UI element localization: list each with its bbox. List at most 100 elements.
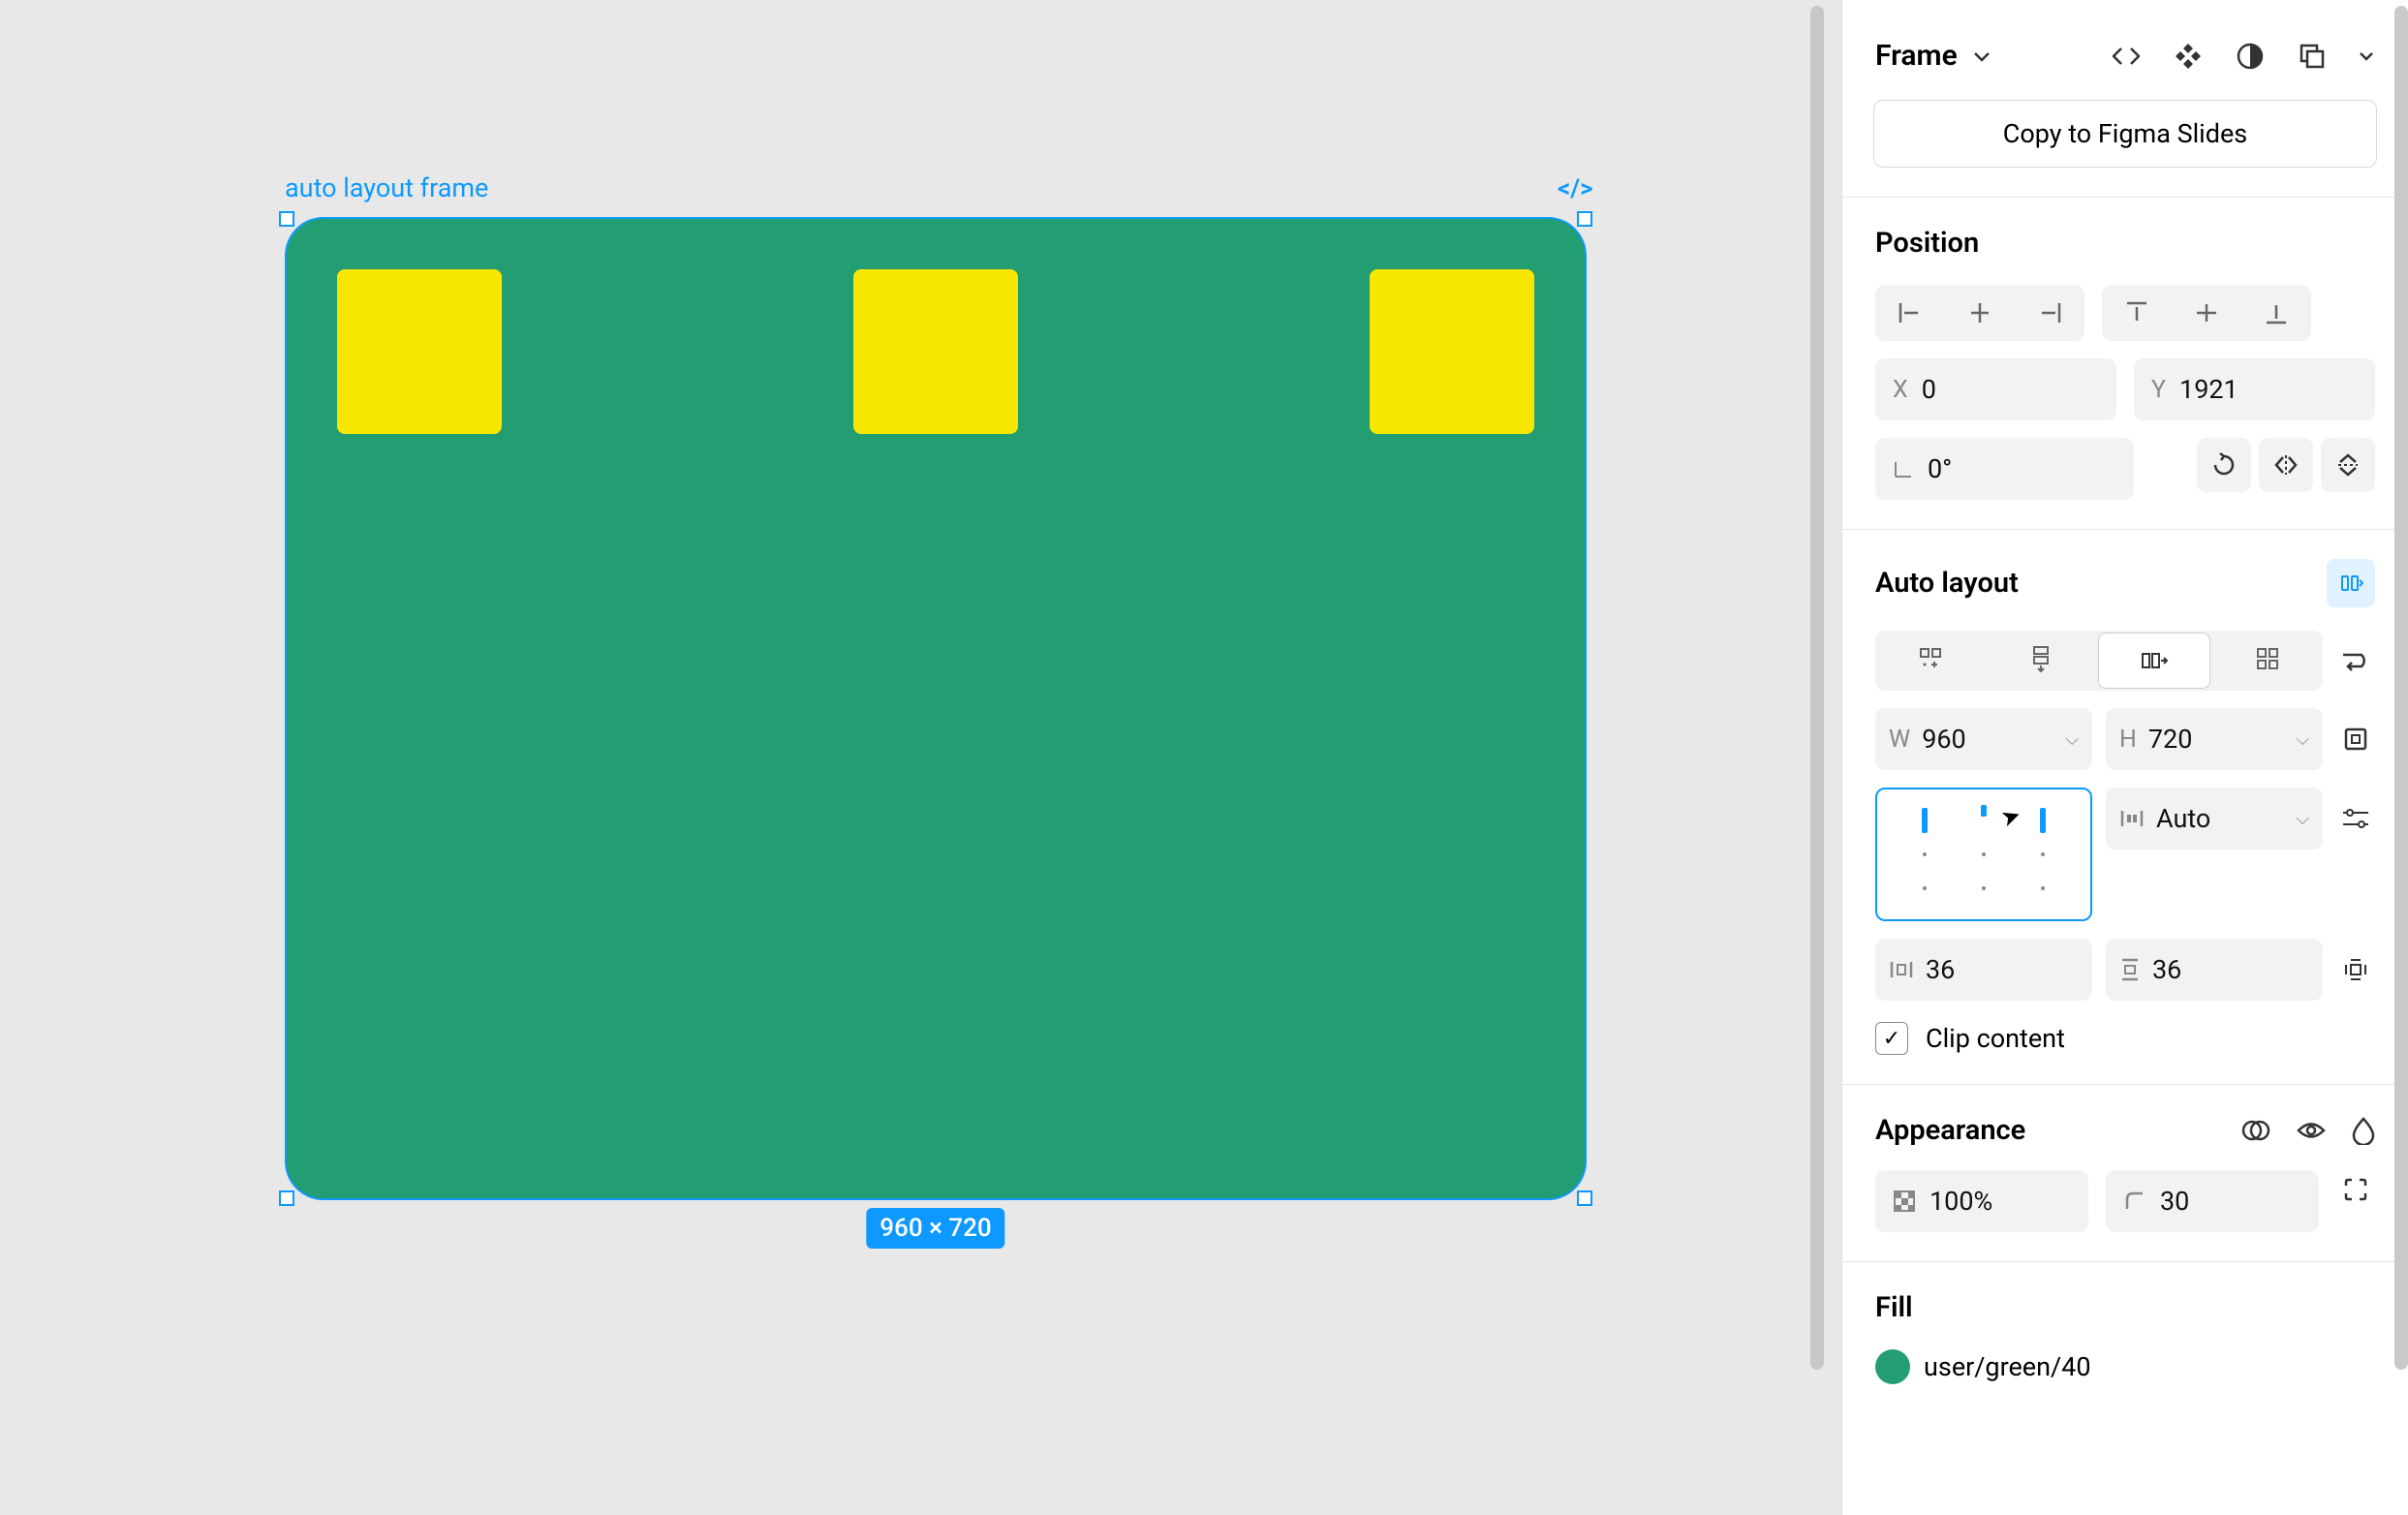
x-label: X (1893, 376, 1908, 404)
chevron-down-icon[interactable]: ⌵ (2296, 809, 2309, 829)
corner-radius-value: 30 (2160, 1186, 2189, 1217)
clip-content-checkbox[interactable]: ✓ Clip content (1875, 1022, 2375, 1055)
align-top-button[interactable] (2102, 285, 2172, 341)
gap-value: Auto (2156, 803, 2210, 834)
panel-scrollbar[interactable] (2394, 6, 2408, 1370)
h-value: 720 (2148, 724, 2193, 755)
corner-radius-input[interactable]: 30 (2106, 1170, 2319, 1232)
rotation-value: 0° (1928, 453, 1952, 484)
wrap-icon[interactable] (2336, 641, 2375, 680)
dimension-badge: 960 × 720 (866, 1208, 1004, 1249)
height-input[interactable]: H 720 ⌵ (2106, 708, 2323, 770)
align-v-center-button[interactable] (2172, 285, 2241, 341)
appearance-section: Appearance 100% 30 (1842, 1084, 2408, 1261)
align-dot (2041, 886, 2045, 890)
opacity-value: 100% (1929, 1186, 1992, 1217)
align-dot (1923, 886, 1927, 890)
x-value: 0 (1922, 374, 1936, 405)
opacity-icon (1893, 1190, 1916, 1213)
child-box-1[interactable] (337, 269, 502, 434)
appearance-title: Appearance (1875, 1114, 2025, 1147)
child-box-2[interactable] (853, 269, 1018, 434)
alignment-box[interactable]: ➤ (1875, 788, 2092, 921)
fill-title: Fill (1875, 1291, 2375, 1324)
align-dot (1982, 886, 1986, 890)
chevron-down-icon[interactable]: ⌵ (2296, 729, 2309, 750)
y-label: Y (2151, 376, 2166, 404)
direction-horizontal-button[interactable] (2098, 633, 2210, 689)
position-section: Position X 0 Y 1921 (1842, 197, 2408, 529)
direction-none-button[interactable] (1875, 631, 1986, 687)
rotate-90-button[interactable] (2197, 438, 2251, 492)
individual-padding-button[interactable] (2336, 950, 2375, 989)
flip-vertical-button[interactable] (2321, 438, 2375, 492)
w-label: W (1889, 726, 1910, 754)
chevron-down-icon[interactable]: ⌵ (2065, 729, 2079, 750)
auto-layout-title: Auto layout (1875, 567, 2019, 600)
align-indicator (2040, 808, 2046, 833)
fill-section: Fill user/green/40 (1842, 1261, 2408, 1413)
align-bottom-button[interactable] (2241, 285, 2311, 341)
auto-layout-section: Auto layout W 960 ⌵ (1842, 529, 2408, 1084)
layout-settings-button[interactable] (2336, 799, 2375, 838)
h-padding-icon (1889, 959, 1914, 980)
chevron-down-icon[interactable] (2358, 40, 2375, 73)
direction-wrap-button[interactable] (2212, 631, 2323, 687)
canvas-scrollbar[interactable] (1810, 6, 1824, 1370)
resize-handle-br[interactable] (1577, 1190, 1592, 1206)
vertical-align-group (2102, 285, 2311, 341)
opacity-input[interactable]: 100% (1875, 1170, 2088, 1232)
align-dot (2041, 852, 2045, 856)
fill-color-row[interactable]: user/green/40 (1875, 1349, 2375, 1384)
gap-input[interactable]: Auto ⌵ (2106, 788, 2323, 850)
v-padding-value: 36 (2152, 954, 2181, 985)
contrast-icon[interactable] (2234, 40, 2267, 73)
resize-handle-bl[interactable] (279, 1190, 294, 1206)
flip-horizontal-button[interactable] (2259, 438, 2313, 492)
gap-icon (2119, 808, 2145, 829)
opacity-button[interactable] (2352, 1116, 2375, 1145)
align-h-center-button[interactable] (1945, 285, 2015, 341)
auto-layout-frame[interactable]: 960 × 720 (285, 217, 1587, 1200)
resize-handle-tr[interactable] (1577, 211, 1592, 227)
checkbox-icon: ✓ (1875, 1022, 1908, 1055)
resize-handle-tl[interactable] (279, 211, 294, 227)
dev-mode-icon[interactable] (2110, 40, 2143, 73)
component-icon[interactable] (2172, 40, 2205, 73)
h-padding-input[interactable]: 36 (1875, 939, 2092, 1001)
x-position-input[interactable]: X 0 (1875, 358, 2116, 420)
design-panel: Frame Copy to Figma Slides Position (1841, 0, 2408, 1515)
copy-to-slides-button[interactable]: Copy to Figma Slides (1873, 100, 2377, 168)
corner-radius-icon (2123, 1190, 2146, 1213)
width-input[interactable]: W 960 ⌵ (1875, 708, 2092, 770)
auto-layout-toggle[interactable] (2327, 559, 2375, 607)
align-indicator (1981, 805, 1987, 817)
align-indicator (1922, 808, 1928, 833)
y-position-input[interactable]: Y 1921 (2134, 358, 2375, 420)
color-swatch[interactable] (1875, 1349, 1910, 1384)
h-label: H (2119, 726, 2137, 754)
y-value: 1921 (2179, 374, 2238, 405)
constrain-proportions-button[interactable] (2336, 720, 2375, 758)
fill-color-name: user/green/40 (1924, 1351, 2091, 1382)
visibility-button[interactable] (2296, 1120, 2327, 1141)
align-left-button[interactable] (1875, 285, 1945, 341)
w-value: 960 (1922, 724, 1966, 755)
frame-type-label: Frame (1875, 39, 1958, 73)
header-icons (2110, 40, 2375, 73)
canvas-area[interactable]: auto layout frame </> 960 × 720 (0, 0, 1841, 1515)
copy-icon[interactable] (2296, 40, 2329, 73)
angle-icon (1893, 458, 1914, 479)
align-right-button[interactable] (2015, 285, 2084, 341)
child-box-3[interactable] (1370, 269, 1534, 434)
frame-label[interactable]: auto layout frame (285, 172, 488, 203)
blend-mode-button[interactable] (2241, 1116, 2270, 1145)
v-padding-input[interactable]: 36 (2106, 939, 2323, 1001)
code-icon[interactable]: </> (1558, 174, 1593, 203)
rotation-input[interactable]: 0° (1875, 438, 2134, 500)
v-padding-icon (2119, 957, 2141, 982)
direction-vertical-button[interactable] (1986, 631, 2096, 687)
frame-type-dropdown[interactable]: Frame (1875, 39, 1991, 73)
align-dot (1982, 852, 1986, 856)
individual-corners-button[interactable] (2336, 1170, 2375, 1209)
